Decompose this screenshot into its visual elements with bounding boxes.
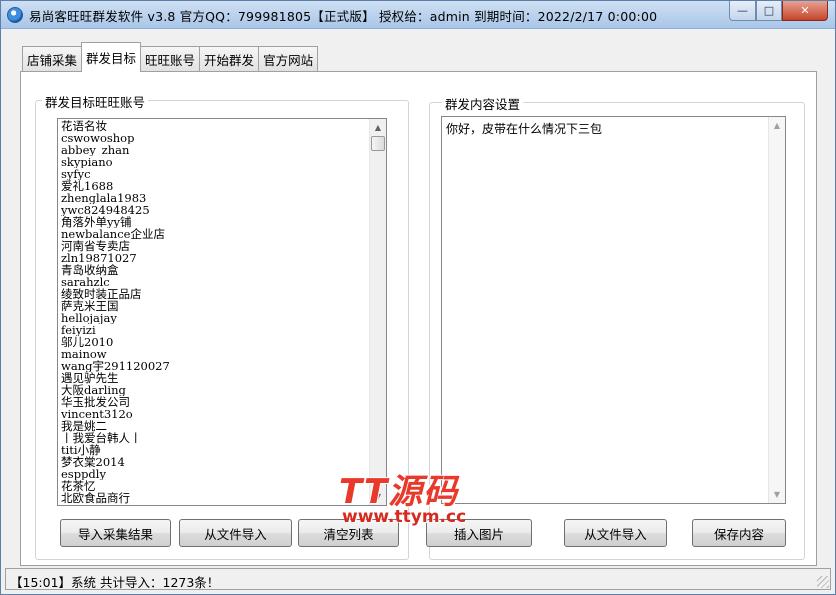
- list-item[interactable]: 大阪darling: [61, 384, 366, 396]
- import-collected-button[interactable]: 导入采集结果: [60, 519, 171, 547]
- scroll-up-arrow-icon[interactable]: ▲: [769, 117, 785, 134]
- maximize-button[interactable]: □: [756, 1, 782, 21]
- list-item[interactable]: sarahzlc: [61, 276, 366, 288]
- target-accounts-items: 花语名妆 cswowoshop abbey_zhan skypiano syfyc 爱礼1…: [61, 120, 366, 504]
- list-item[interactable]: 邬儿2010: [61, 336, 366, 348]
- list-item[interactable]: 绫致时装正品店: [61, 288, 366, 300]
- tab-start-sending[interactable]: 开始群发: [199, 46, 260, 72]
- tab-official-site[interactable]: 官方网站: [258, 46, 319, 72]
- main-window: 易尚客旺旺群发软件 v3.8 官方QQ：799981805【正式版】 授权给：a…: [0, 0, 836, 595]
- list-item[interactable]: hellojajay: [61, 312, 366, 324]
- status-bar: 【15:01】系统 共计导入：1273条！: [5, 568, 831, 590]
- list-item[interactable]: 爱礼1688: [61, 180, 366, 192]
- list-item[interactable]: vincent312o: [61, 408, 366, 420]
- scroll-down-arrow-icon[interactable]: ▼: [769, 486, 785, 503]
- list-item[interactable]: 角落外单yy铺: [61, 216, 366, 228]
- content-group-label: 群发内容设置: [442, 94, 524, 113]
- list-item[interactable]: 梦衣棠2014: [61, 456, 366, 468]
- tab-wangwang-accounts[interactable]: 旺旺账号: [140, 46, 201, 72]
- resize-grip-icon[interactable]: [817, 576, 829, 588]
- list-item[interactable]: 萨克米王国: [61, 300, 366, 312]
- list-item[interactable]: zhenglala1983: [61, 192, 366, 204]
- list-item[interactable]: mainow: [61, 348, 366, 360]
- list-item[interactable]: 河南省专卖店: [61, 240, 366, 252]
- list-item[interactable]: 丨我爱台韩人丨: [61, 432, 366, 444]
- title-bar[interactable]: 易尚客旺旺群发软件 v3.8 官方QQ：799981805【正式版】 授权给：a…: [1, 1, 835, 29]
- message-content-textarea[interactable]: 你好，皮带在什么情况下三包 ▲ ▼: [441, 116, 786, 504]
- list-item[interactable]: titi小静: [61, 444, 366, 456]
- content-scrollbar[interactable]: ▲ ▼: [768, 117, 785, 503]
- status-text: 【15:01】系统 共计导入：1273条！: [10, 575, 220, 590]
- app-logo-icon: [7, 7, 23, 23]
- tab-send-targets[interactable]: 群发目标: [81, 42, 142, 72]
- targets-group-label: 群发目标旺旺账号: [42, 92, 149, 111]
- window-title: 易尚客旺旺群发软件 v3.8 官方QQ：799981805【正式版】 授权给：a…: [29, 9, 658, 24]
- scroll-thumb[interactable]: [371, 136, 385, 151]
- list-item[interactable]: 北欧食品商行: [61, 492, 366, 504]
- list-item[interactable]: skypiano: [61, 156, 366, 168]
- watermark: TT源码 www.ttym.cc: [339, 464, 499, 530]
- list-item[interactable]: feiyizi: [61, 324, 366, 336]
- target-list-scrollbar[interactable]: ▲ ▼: [369, 119, 386, 505]
- list-item[interactable]: wang宇291120027: [61, 360, 366, 372]
- close-button[interactable]: ✕: [782, 1, 828, 21]
- list-item[interactable]: cswowoshop: [61, 132, 366, 144]
- watermark-logo: TT源码: [339, 472, 459, 512]
- tab-strip: 店铺采集 群发目标 旺旺账号 开始群发 官方网站: [22, 42, 319, 72]
- list-item[interactable]: 遇见驴先生: [61, 372, 366, 384]
- list-item[interactable]: abbey_zhan: [61, 144, 366, 156]
- list-item[interactable]: 我是姚二: [61, 420, 366, 432]
- list-item[interactable]: 青岛收纳盒: [61, 264, 366, 276]
- message-content-text: 你好，皮带在什么情况下三包: [446, 122, 603, 136]
- tab-shop-collect[interactable]: 店铺采集: [22, 46, 83, 72]
- list-item[interactable]: 花语名妆: [61, 120, 366, 132]
- save-content-button[interactable]: 保存内容: [692, 519, 786, 547]
- import-from-file-button[interactable]: 从文件导入: [179, 519, 292, 547]
- minimize-button[interactable]: —: [729, 1, 756, 21]
- list-item[interactable]: newbalance企业店: [61, 228, 366, 240]
- list-item[interactable]: ywc824948425: [61, 204, 366, 216]
- scroll-up-arrow-icon[interactable]: ▲: [370, 119, 386, 136]
- target-accounts-list[interactable]: 花语名妆 cswowoshop abbey_zhan skypiano syfyc 爱礼1…: [57, 118, 387, 506]
- list-item[interactable]: 华玉批发公司: [61, 396, 366, 408]
- import-content-from-file-button[interactable]: 从文件导入: [564, 519, 667, 547]
- watermark-url: www.ttym.cc: [342, 507, 467, 527]
- list-item[interactable]: esppdly: [61, 468, 366, 480]
- list-item[interactable]: 花茶忆: [61, 480, 366, 492]
- list-item[interactable]: syfyc: [61, 168, 366, 180]
- list-item[interactable]: zln19871027: [61, 252, 366, 264]
